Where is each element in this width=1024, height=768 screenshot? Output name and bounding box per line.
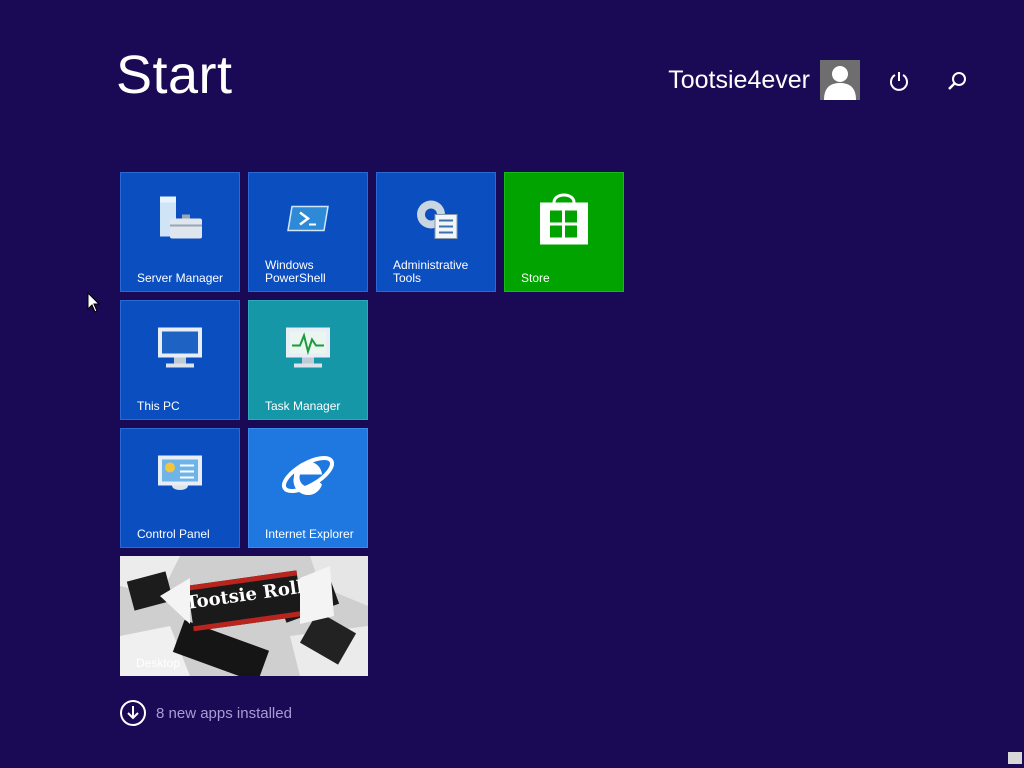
power-button[interactable] <box>884 64 914 98</box>
computer-icon <box>154 324 206 375</box>
user-name: Tootsie4ever <box>668 66 810 94</box>
tile-label: Server Manager <box>137 271 224 285</box>
admin-tools-icon <box>411 195 461 248</box>
page-title: Start <box>116 45 233 105</box>
search-icon <box>948 72 966 90</box>
tile-label: This PC <box>137 399 180 413</box>
search-button[interactable] <box>942 64 972 98</box>
mouse-pointer-icon <box>87 291 101 319</box>
store-icon <box>536 189 592 254</box>
tile-desktop[interactable]: Tootsie Roll Desktop <box>120 556 368 676</box>
tile-label: Internet Explorer <box>265 527 354 541</box>
internet-explorer-icon <box>278 445 338 510</box>
new-apps-link[interactable]: 8 new apps installed <box>120 700 292 726</box>
user-account[interactable]: Tootsie4ever <box>668 60 860 100</box>
arrow-down-circle-icon <box>120 700 146 726</box>
tile-label: Desktop <box>136 656 181 670</box>
power-icon <box>890 72 908 91</box>
tile-label: Windows PowerShell <box>265 258 326 285</box>
tile-task-manager[interactable]: Task Manager <box>248 300 368 420</box>
tile-server-manager[interactable]: Server Manager <box>120 172 240 292</box>
tile-control-panel[interactable]: Control Panel <box>120 428 240 548</box>
tile-label: Task Manager <box>265 399 341 413</box>
tile-label: Control Panel <box>137 527 210 541</box>
new-apps-text: 8 new apps installed <box>156 704 292 722</box>
control-panel-icon <box>154 452 206 503</box>
user-avatar-icon <box>820 60 860 100</box>
tile-label: Administrative Tools <box>393 258 469 285</box>
tile-this-pc[interactable]: This PC <box>120 300 240 420</box>
start-screen: Start Tootsie4ever Server Manager Window… <box>0 0 1024 768</box>
tile-administrative-tools[interactable]: Administrative Tools <box>376 172 496 292</box>
semantic-zoom-button[interactable] <box>1008 752 1022 764</box>
powershell-icon <box>284 199 332 244</box>
server-manager-icon <box>154 195 206 248</box>
tile-store[interactable]: Store <box>504 172 624 292</box>
tile-windows-powershell[interactable]: Windows PowerShell <box>248 172 368 292</box>
tile-label: Store <box>521 271 550 285</box>
tile-internet-explorer[interactable]: Internet Explorer <box>248 428 368 548</box>
task-manager-icon <box>282 324 334 375</box>
